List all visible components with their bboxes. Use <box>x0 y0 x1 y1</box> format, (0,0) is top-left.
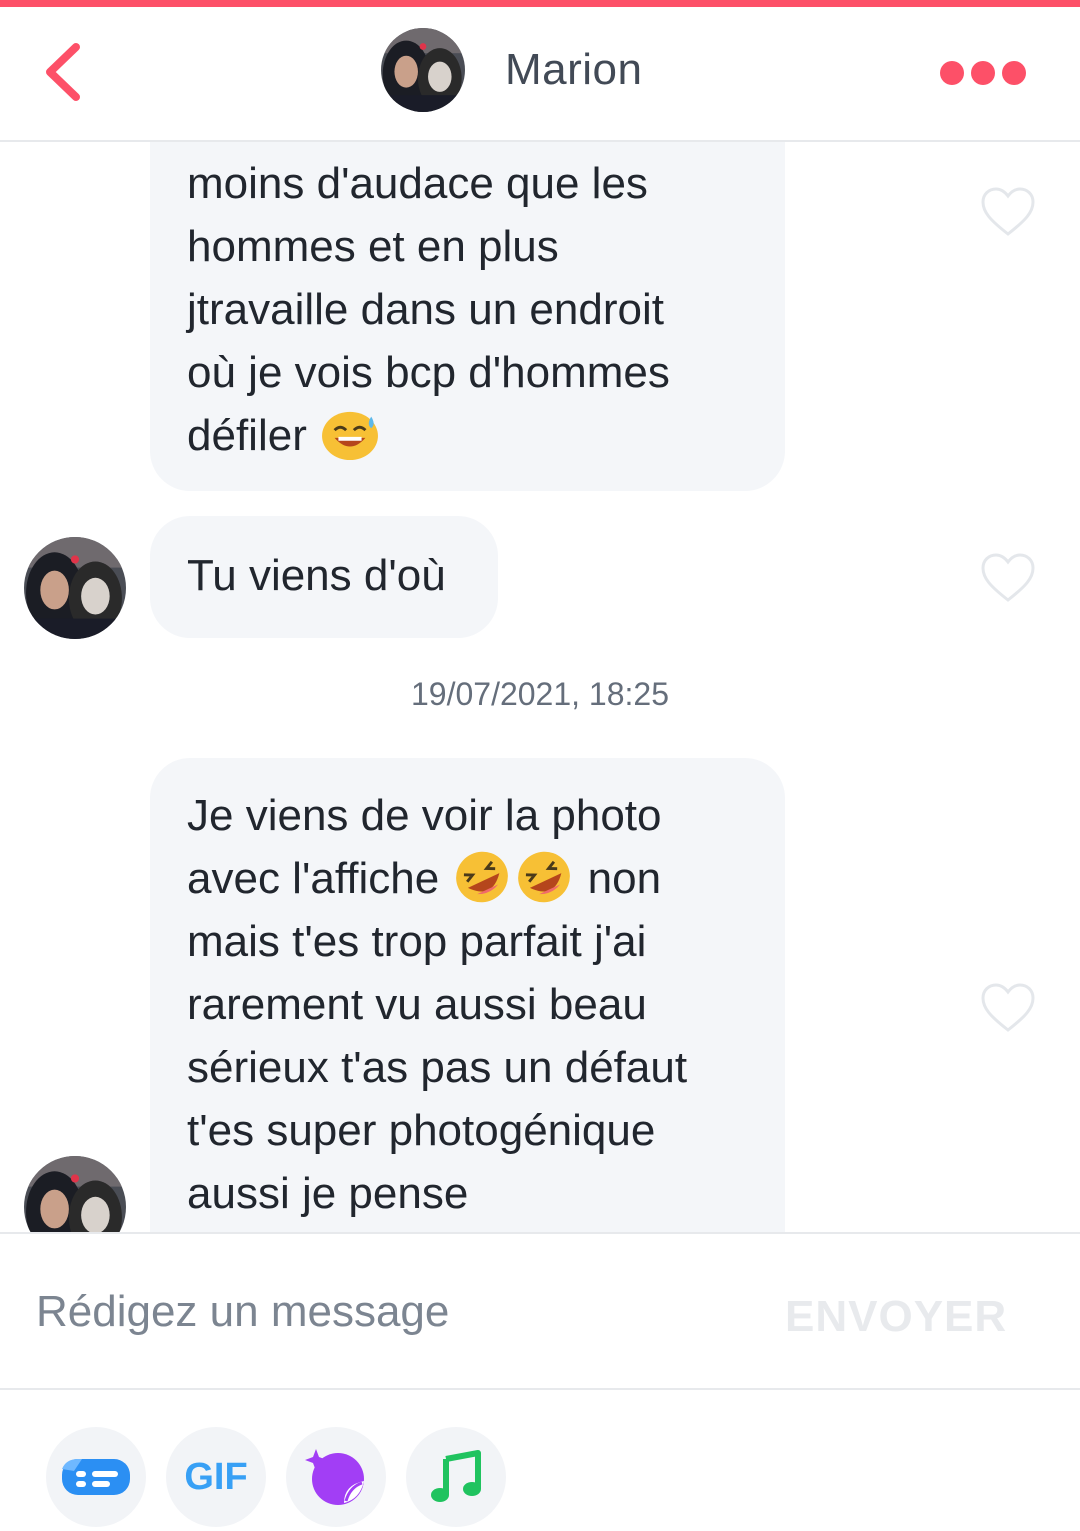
sticker-button[interactable] <box>286 1427 386 1527</box>
back-button[interactable] <box>36 37 96 107</box>
contact-name[interactable]: Marion <box>505 45 643 95</box>
message-text: hommes et en plus <box>187 222 559 271</box>
gif-icon: GIF <box>184 1456 248 1498</box>
send-button[interactable]: ENVOYER <box>785 1292 1007 1342</box>
message-text: rarement vu aussi beau <box>187 980 647 1029</box>
message-text: où je vois bcp d'hommes <box>187 348 670 397</box>
music-button[interactable] <box>406 1427 506 1527</box>
more-dot <box>1002 61 1026 85</box>
message-text: défiler <box>187 411 307 460</box>
message-input[interactable] <box>36 1282 736 1342</box>
gif-button[interactable]: GIF <box>166 1427 266 1527</box>
heart-icon <box>981 983 1035 1032</box>
more-dots-icon <box>940 61 964 85</box>
avatar[interactable] <box>381 28 465 112</box>
message-text: sérieux t'as pas un défaut <box>187 1043 688 1092</box>
avatar[interactable] <box>24 1156 126 1232</box>
message-bubble[interactable]: moins d'audace que les hommes et en plus… <box>150 142 785 491</box>
message-list[interactable]: moins d'audace que les hommes et en plus… <box>0 142 1080 1232</box>
more-dot <box>971 61 995 85</box>
message-text: non <box>587 854 662 903</box>
like-heart-button[interactable] <box>980 982 1036 1034</box>
message-text: aussi je pense <box>187 1169 469 1218</box>
message-text: Tu viens d'où <box>187 551 446 600</box>
message-text: mais t'es trop parfait j'ai <box>187 917 647 966</box>
profile-photo <box>24 537 126 639</box>
more-options-button[interactable] <box>940 61 1030 87</box>
sparkle-sticker-icon <box>305 1449 364 1505</box>
message-text: avec l'affiche <box>187 854 440 903</box>
music-note-icon <box>431 1450 481 1502</box>
message-text: moins d'audace que les <box>187 159 648 208</box>
message-bubble[interactable]: Tu viens d'où <box>150 516 498 638</box>
message-text: Je viens de voir la photo <box>187 791 662 840</box>
message-composer: ENVOYER <box>0 1232 1080 1390</box>
message-bubble[interactable]: Je viens de voir la photo avec l'affiche <box>150 758 785 1232</box>
like-heart-button[interactable] <box>980 552 1036 604</box>
rolling-on-floor-laughing-emoji <box>518 852 571 903</box>
profile-photo <box>381 28 465 112</box>
top-accent-bar <box>0 0 1080 7</box>
message-text: t'es super photogénique <box>187 1106 656 1155</box>
message-timestamp: 19/07/2021, 18:25 <box>410 676 669 712</box>
like-heart-button[interactable] <box>980 186 1036 238</box>
chat-header: Marion <box>0 7 1080 142</box>
message-text: jtravaille dans un endroit <box>187 285 664 334</box>
avatar[interactable] <box>24 537 126 639</box>
rolling-on-floor-laughing-emoji <box>456 852 509 903</box>
heart-icon <box>981 553 1035 602</box>
smiling-sweat-emoji <box>322 412 379 461</box>
heart-icon <box>981 187 1035 236</box>
composer-toolbar: GIF <box>0 1392 1080 1531</box>
card-button[interactable] <box>46 1427 146 1527</box>
card-icon <box>62 1459 130 1495</box>
chevron-left-icon <box>46 43 80 101</box>
profile-photo <box>24 1156 126 1232</box>
